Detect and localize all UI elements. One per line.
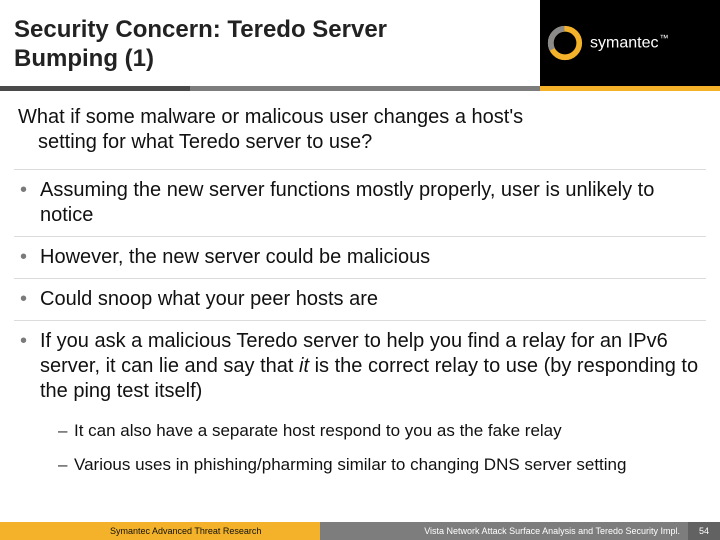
stripe-seg-yellow xyxy=(540,86,720,91)
page-number: 54 xyxy=(699,526,709,536)
stripe-seg-dark xyxy=(0,86,190,91)
slide-title-line2: Bumping (1) xyxy=(14,45,532,74)
footer-page: 54 xyxy=(688,522,720,540)
bullet-text: Assuming the new server functions mostly… xyxy=(40,179,654,226)
footer: Symantec Advanced Threat Research Vista … xyxy=(0,522,720,540)
bullet-text: However, the new server could be malicio… xyxy=(40,246,430,268)
sub-item: It can also have a separate host respond… xyxy=(40,414,704,448)
brand-name: symantec™ xyxy=(590,33,668,52)
lead-line1: What if some malware or malicous user ch… xyxy=(18,106,523,128)
bullet-text-italic: it xyxy=(299,355,309,377)
header-title-block: Security Concern: Teredo Server Bumping … xyxy=(0,6,540,80)
brand-block: symantec™ xyxy=(540,0,720,87)
bullet-item: If you ask a malicious Teredo server to … xyxy=(14,320,706,490)
footer-left: Symantec Advanced Threat Research xyxy=(0,522,320,540)
brand-tm: ™ xyxy=(659,33,668,43)
header: Security Concern: Teredo Server Bumping … xyxy=(0,0,720,86)
bullet-text: Could snoop what your peer hosts are xyxy=(40,288,378,310)
stripe-seg-gray xyxy=(190,86,540,91)
brand-text: symantec xyxy=(590,35,658,52)
sub-text: It can also have a separate host respond… xyxy=(74,421,562,440)
symantec-ring-icon xyxy=(546,24,584,62)
content-area: What if some malware or malicous user ch… xyxy=(0,91,720,490)
lead-paragraph: What if some malware or malicous user ch… xyxy=(14,105,706,155)
bullet-list: Assuming the new server functions mostly… xyxy=(14,169,706,490)
bullet-item: Could snoop what your peer hosts are xyxy=(14,278,706,320)
bullet-item: Assuming the new server functions mostly… xyxy=(14,169,706,236)
footer-center-text: Vista Network Attack Surface Analysis an… xyxy=(424,526,680,536)
bullet-item: However, the new server could be malicio… xyxy=(14,236,706,278)
sub-list: It can also have a separate host respond… xyxy=(40,414,704,482)
slide-title-line1: Security Concern: Teredo Server xyxy=(14,16,532,45)
lead-line2: setting for what Teredo server to use? xyxy=(18,130,706,155)
sub-item: Various uses in phishing/pharming simila… xyxy=(40,448,704,482)
sub-text: Various uses in phishing/pharming simila… xyxy=(74,455,626,474)
footer-left-text: Symantec Advanced Threat Research xyxy=(110,526,261,536)
accent-stripe xyxy=(0,86,720,91)
footer-center: Vista Network Attack Surface Analysis an… xyxy=(320,522,688,540)
